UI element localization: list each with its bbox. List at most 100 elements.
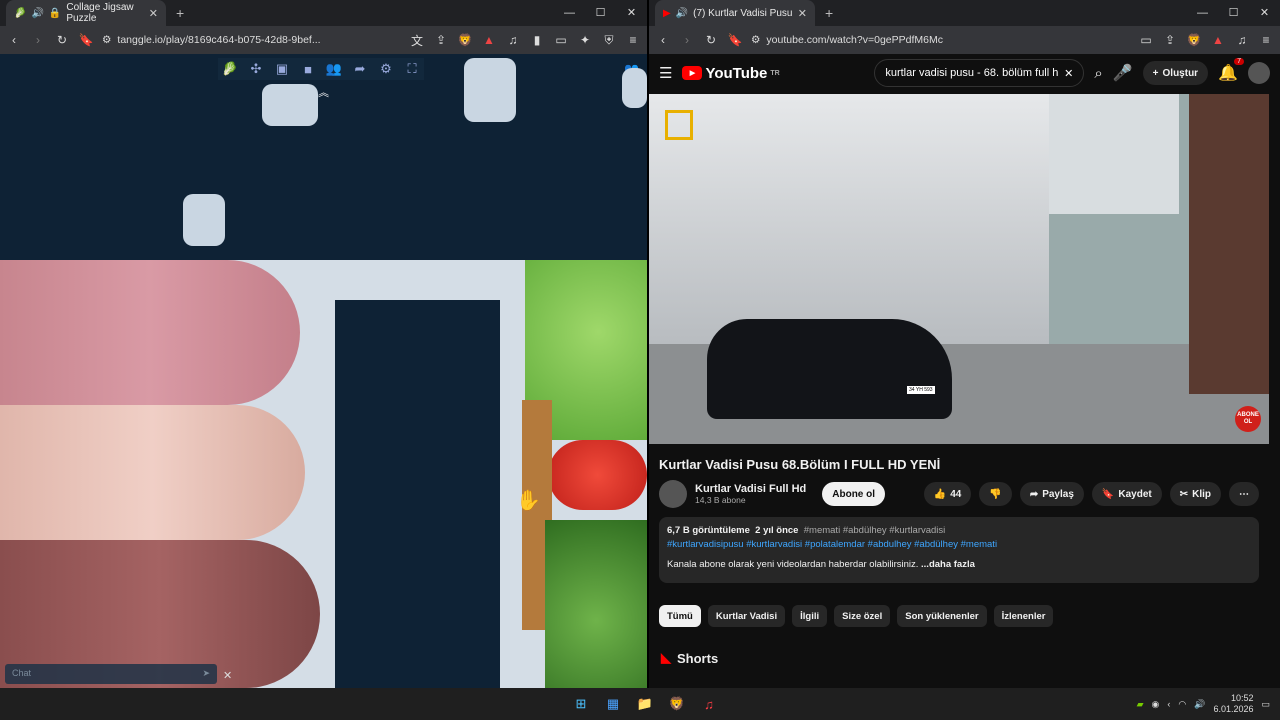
chip-related[interactable]: İlgili — [792, 605, 828, 627]
minimize-button[interactable]: — — [1187, 0, 1218, 26]
forward-icon[interactable]: › — [30, 33, 46, 47]
notification-center-icon[interactable]: ▭ — [1261, 699, 1270, 710]
tray-app-icon[interactable]: ◉ — [1152, 699, 1160, 710]
menu-icon[interactable]: ≡ — [1258, 33, 1274, 47]
send-icon[interactable]: ➤ — [202, 668, 210, 679]
share-button[interactable]: ➦ Paylaş — [1019, 482, 1084, 506]
reload-icon[interactable]: ↻ — [703, 33, 719, 47]
puzzle-canvas[interactable]: 🥬 ✣ ▣ ■ 👥 ➦ ⚙ ⛶ ︽ 👥 ✋ Chat ➤ ✕ — [0, 54, 647, 688]
dislike-button[interactable]: 👎 — [979, 482, 1012, 506]
hashtags[interactable]: #kurtlarvadisipusu #kurtlarvadisi #polat… — [667, 538, 1251, 552]
back-icon[interactable]: ‹ — [655, 33, 671, 47]
loose-piece[interactable] — [262, 84, 318, 126]
chip-all[interactable]: Tümü — [659, 605, 701, 627]
volume-icon[interactable]: 🔊 — [1194, 699, 1205, 710]
pieces-icon[interactable]: ✣ — [244, 58, 268, 80]
leo-icon[interactable]: ✦ — [577, 33, 593, 47]
settings-gear-icon[interactable]: ⚙ — [374, 58, 398, 80]
file-explorer-icon[interactable]: 📁 — [634, 693, 656, 715]
translate-icon[interactable]: 文 — [409, 32, 425, 49]
forward-icon[interactable]: › — [679, 33, 695, 47]
search-icon[interactable]: ⌕ — [1094, 65, 1102, 82]
chip-recent[interactable]: Son yüklenenler — [897, 605, 987, 627]
close-window-button[interactable]: ✕ — [1249, 0, 1280, 26]
nvidia-icon[interactable]: ▰ — [1137, 699, 1144, 710]
tab-youtube[interactable]: ▶ 🔊 (7) Kurtlar Vadisi Pusu 68.Bölü ✕ — [655, 0, 815, 26]
address-bar[interactable]: ⚙ youtube.com/watch?v=0gePPdfM6Mc — [751, 29, 1130, 51]
preview-image-icon[interactable]: ▣ — [270, 58, 294, 80]
new-tab-button[interactable]: + — [176, 5, 184, 21]
music-app-icon[interactable]: ♫ — [698, 693, 720, 715]
clip-button[interactable]: ✂ Klip — [1169, 482, 1221, 506]
cast-icon[interactable]: ▭ — [1138, 33, 1154, 47]
like-button[interactable]: 👍 44 — [923, 482, 972, 506]
share-icon[interactable]: ⇪ — [1162, 33, 1178, 47]
video-player[interactable]: 34 YH 593 ABONE OL — [649, 94, 1269, 444]
close-chat-icon[interactable]: ✕ — [223, 669, 232, 682]
widgets-icon[interactable]: ▦ — [602, 693, 624, 715]
voice-search-icon[interactable]: 🎤 — [1113, 63, 1133, 83]
notifications-icon[interactable]: 🔔 7 — [1218, 58, 1244, 83]
brave-browser-icon[interactable]: 🦁 — [666, 693, 688, 715]
media-icon[interactable]: ♫ — [1234, 33, 1250, 47]
sidebar-icon[interactable]: ▮ — [529, 33, 545, 47]
shorts-icon: ◣ — [661, 650, 671, 665]
back-icon[interactable]: ‹ — [6, 33, 22, 47]
chip-for-you[interactable]: Size özel — [834, 605, 891, 627]
subscribe-watermark[interactable]: ABONE OL — [1235, 406, 1261, 432]
brave-shield-icon[interactable]: 🦁 — [1186, 33, 1202, 47]
show-more-link[interactable]: ...daha fazla — [921, 559, 975, 570]
tab-puzzle[interactable]: 🥬 🔊 🔒 Collage Jigsaw Puzzle ✕ — [6, 0, 166, 26]
close-tab-icon[interactable]: ✕ — [149, 7, 158, 20]
search-input[interactable]: kurtlar vadisi pusu - 68. bölüm full hd … — [874, 59, 1085, 87]
chat-input[interactable]: Chat ➤ — [5, 664, 217, 684]
rewards-icon[interactable]: ▲ — [481, 33, 497, 47]
new-tab-button[interactable]: + — [825, 5, 833, 21]
start-windows-icon[interactable]: ⊞ — [570, 693, 592, 715]
close-tab-icon[interactable]: ✕ — [798, 7, 807, 20]
hashtags-top[interactable]: #memati #abdülhey #kurtlarvadisi — [804, 525, 946, 536]
brave-shield-icon[interactable]: 🦁 — [457, 33, 473, 47]
minimize-button[interactable]: — — [554, 0, 585, 26]
close-window-button[interactable]: ✕ — [616, 0, 647, 26]
players-icon[interactable]: 👥 — [322, 58, 346, 80]
share-icon[interactable]: ⇪ — [433, 33, 449, 47]
save-button[interactable]: 🔖 Kaydet — [1091, 482, 1162, 506]
address-bar[interactable]: ⚙ tanggle.io/play/8169c464-b075-42d8-9be… — [102, 29, 401, 51]
maximize-button[interactable]: ☐ — [1218, 0, 1249, 26]
more-actions-icon[interactable]: ⋯ — [1229, 482, 1259, 506]
subscribe-button[interactable]: Abone ol — [822, 482, 886, 506]
bookmark-icon[interactable]: 🔖 — [78, 33, 94, 47]
video-car — [707, 319, 952, 419]
account-avatar[interactable] — [1248, 62, 1270, 84]
clock[interactable]: 10:52 6.01.2026 — [1213, 693, 1253, 715]
share-puzzle-icon[interactable]: ➦ — [348, 58, 372, 80]
clear-search-icon[interactable]: ✕ — [1064, 67, 1073, 80]
create-button[interactable]: + Oluştur — [1142, 61, 1209, 85]
collapse-chevron-icon[interactable]: ︽ — [318, 84, 329, 100]
rewards-icon[interactable]: ▲ — [1210, 33, 1226, 47]
media-icon[interactable]: ♫ — [505, 33, 521, 47]
menu-icon[interactable]: ≡ — [625, 33, 641, 47]
chip-watched[interactable]: İzlenenler — [993, 605, 1054, 627]
fullscreen-icon[interactable]: ⛶ — [400, 58, 424, 80]
description-box[interactable]: 6,7 B görüntüleme 2 yıl önce #memati #ab… — [659, 517, 1259, 583]
vpn-icon[interactable]: ⛨ — [601, 33, 617, 48]
view-count: 6,7 B görüntüleme — [667, 525, 750, 536]
youtube-logo[interactable]: ▶ YouTube TR — [682, 65, 780, 82]
reload-icon[interactable]: ↻ — [54, 33, 70, 47]
chip-kurtlar-vadisi[interactable]: Kurtlar Vadisi — [707, 605, 786, 627]
background-color-icon[interactable]: ■ — [296, 58, 320, 80]
channel-avatar[interactable] — [659, 480, 687, 508]
wallet-icon[interactable]: ▭ — [553, 33, 569, 47]
wifi-icon[interactable]: ◠ — [1178, 699, 1186, 710]
bookmark-icon[interactable]: 🔖 — [727, 33, 743, 47]
assembled-puzzle[interactable]: ✋ — [0, 260, 647, 688]
tray-chevron-icon[interactable]: ‹ — [1167, 699, 1170, 709]
guide-menu-icon[interactable]: ☰ — [659, 64, 672, 82]
loose-piece[interactable] — [183, 194, 225, 246]
loose-piece[interactable] — [464, 58, 516, 122]
maximize-button[interactable]: ☐ — [585, 0, 616, 26]
channel-name[interactable]: Kurtlar Vadisi Full Hd — [695, 483, 806, 495]
loose-piece[interactable] — [622, 68, 647, 108]
